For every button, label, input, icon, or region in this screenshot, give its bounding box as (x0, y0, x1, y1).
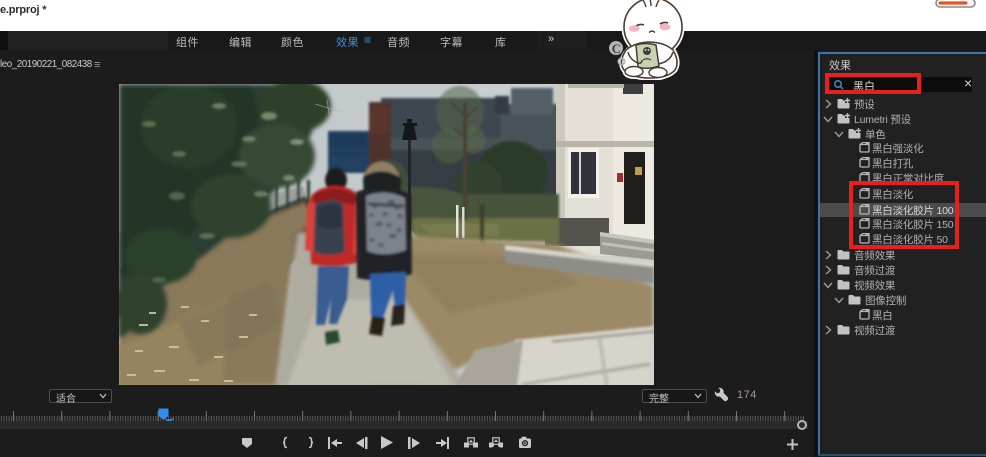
svg-text:C: C (612, 42, 621, 56)
